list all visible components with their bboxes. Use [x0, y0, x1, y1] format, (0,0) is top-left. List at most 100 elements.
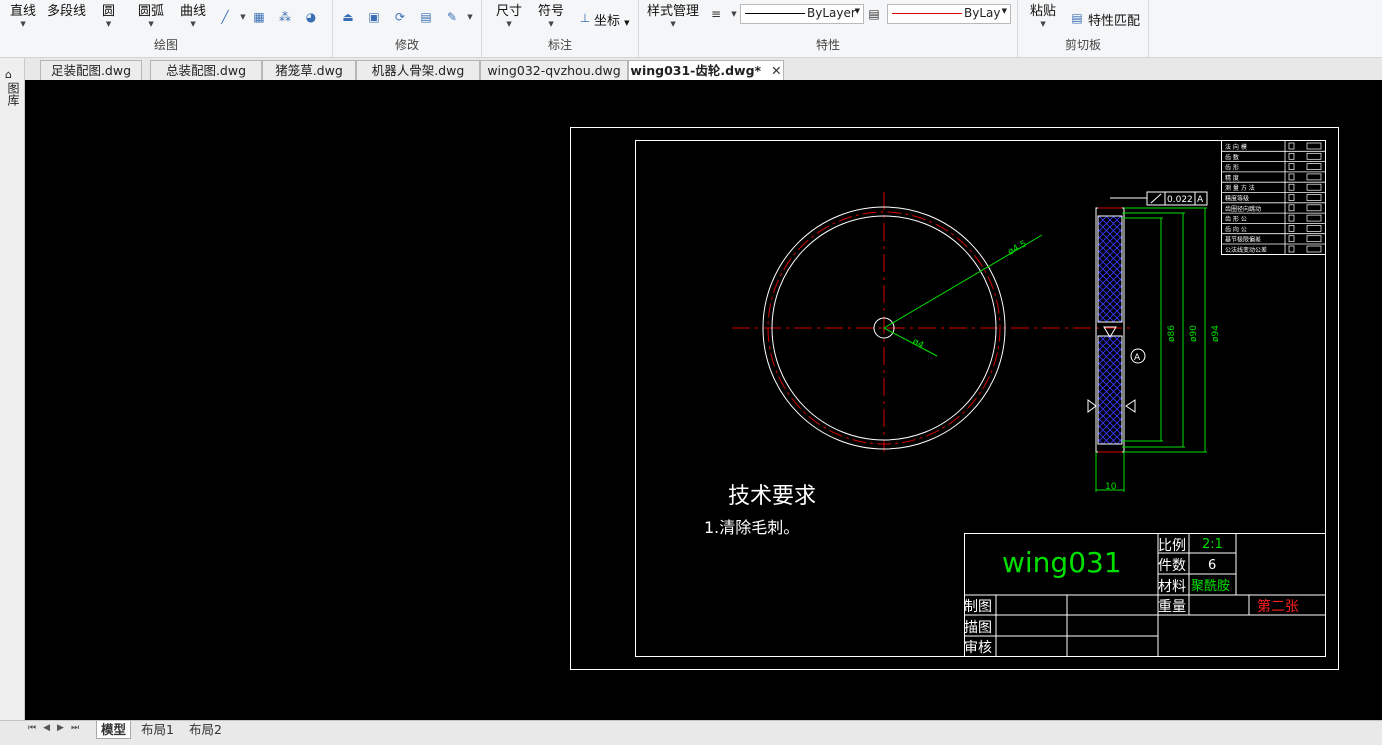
tab-label: 模型 [101, 722, 127, 737]
symbol-button[interactable]: 符号 ▼ [538, 0, 564, 28]
linetype-select[interactable]: ByLayer ▼ [740, 4, 864, 24]
chevron-down-icon: ▼ [506, 20, 512, 28]
tab-doc-2[interactable]: 总装配图.dwg [150, 60, 262, 80]
chevron-down-icon: ▼ [670, 20, 676, 28]
linetype-pattern-icon[interactable]: ▤ [867, 7, 881, 21]
stretch-icon[interactable]: ⏏ [341, 10, 355, 24]
tab-doc-4[interactable]: 机器人骨架.dwg [356, 60, 480, 80]
quantity-value: 6 [1208, 558, 1216, 573]
style-manager-button[interactable]: 样式管理 ▼ [647, 0, 699, 28]
copy-icon[interactable]: ▣ [367, 10, 381, 24]
material-value: 聚酰胺 [1191, 579, 1230, 594]
chevron-down-icon: ▼ [854, 7, 860, 15]
construction-line-icon[interactable]: ╱ [218, 10, 232, 24]
lineweight-icon[interactable]: ≡ [709, 7, 723, 21]
array-icon[interactable]: ▤ [419, 10, 433, 24]
document-tabs: 足装配图.dwg 总装配图.dwg 猪笼草.dwg 机器人骨架.dwg wing… [0, 58, 1382, 81]
coordinate-button[interactable]: 坐标 ▼ [594, 10, 630, 29]
library-icon[interactable]: ⌂ [5, 68, 12, 81]
modify-group: ⏏ ▣ ⟳ ▤ ✎ ▼ 修改 [333, 0, 482, 57]
side-hatch-upper [1097, 215, 1123, 323]
dim-leader1-text: ø4.5 [1007, 239, 1029, 258]
layout-tab-bar: ⏮◀▶⏭ 模型 布局1 布局2 [0, 720, 1382, 745]
line-button[interactable]: 直线 ▼ [10, 0, 36, 28]
chevron-down-icon: ▼ [190, 20, 196, 28]
drawing-svg: ø4.5 ø4 ø86 ø90 ø94 10 0.022 A A 法 向 模齿 … [570, 127, 1339, 670]
drawing-canvas[interactable]: ø4.5 ø4 ø86 ø90 ø94 10 0.022 A A 法 向 模 齿… [25, 80, 1382, 720]
tab-label: wing031-齿轮.dwg* [630, 63, 762, 78]
boundary-icon[interactable]: ◕ [304, 10, 318, 24]
tab-label: 布局2 [189, 722, 222, 737]
style-manager-label: 样式管理 [647, 4, 700, 19]
tolerance-table-row: 公法线变动公差 [1225, 246, 1267, 254]
dropdown-arrow-icon[interactable]: ▼ [236, 10, 250, 24]
properties-group: 样式管理 ▼ ≡ ▼ ByLayer ▼ ▤ ByLay ▼ 特性 [639, 0, 1018, 57]
tolerance-table-row: 测 量 方 法 [1225, 184, 1255, 192]
tolerance-table-row: 精 度 [1225, 174, 1239, 182]
layout-nav-arrows[interactable]: ⏮◀▶⏭ [28, 723, 86, 733]
tab-doc-active[interactable]: wing031-齿轮.dwg* ✕ [628, 60, 784, 81]
dim-d86-text: ø86 [1167, 325, 1177, 342]
tab-layout2[interactable]: 布局2 [189, 721, 222, 738]
coordinate-label: 坐标 [594, 14, 621, 29]
surface-mark-right [1125, 399, 1136, 413]
clipboard-group-label: 剪切板 [1064, 38, 1101, 52]
tolerance-value: 0.022 [1167, 195, 1193, 205]
chevron-down-icon: ▼ [20, 20, 26, 28]
circle-label: 圆 [102, 4, 116, 19]
color-select[interactable]: ByLay ▼ [887, 4, 1011, 24]
gear-side-view: ø86 ø90 ø94 10 0.022 A A [1087, 191, 1221, 492]
close-icon[interactable]: ✕ [771, 63, 781, 78]
checked-label: 审核 [964, 640, 992, 656]
rotate-icon[interactable]: ⟳ [393, 10, 407, 24]
paste-button[interactable]: 粘贴 ▼ [1030, 0, 1056, 28]
circle-button[interactable]: 圆 ▼ [102, 0, 115, 28]
runout-symbol [1150, 193, 1162, 204]
line-label: 直线 [10, 4, 37, 19]
material-label: 材料 [1158, 579, 1186, 595]
color-sample [892, 13, 962, 14]
chevron-down-icon: ▼ [1001, 7, 1007, 15]
curve-button[interactable]: 曲线 ▼ [180, 0, 206, 28]
tolerance-table-row: 齿 向 公 [1225, 225, 1247, 233]
draw-group: 直线 ▼ 多段线 圆 ▼ 圆弧 ▼ 曲线 ▼ ╱ ▼ ▦ ⁂ ◕ 绘图 [0, 0, 333, 57]
tab-model[interactable]: 模型 [96, 721, 132, 739]
coordinate-icon: ⊥ [579, 11, 591, 25]
weight-label: 重量 [1158, 599, 1186, 615]
gear-front-view: ø4.5 ø4 [732, 192, 1135, 452]
properties-group-label: 特性 [815, 38, 840, 52]
tab-doc-3[interactable]: 猪笼草.dwg [262, 60, 356, 80]
tolerance-table-row: 齿 形 公 [1225, 215, 1247, 223]
library-tab[interactable]: 图库 [5, 82, 20, 106]
scale-label: 比例 [1158, 538, 1186, 554]
clipboard-group: 粘贴 ▼ ▤ 特性匹配 剪切板 [1018, 0, 1149, 57]
traced-label: 描图 [964, 620, 992, 636]
polyline-button[interactable]: 多段线 [47, 0, 86, 28]
match-properties-button[interactable]: 特性匹配 [1088, 10, 1140, 29]
chevron-down-icon: ▼ [548, 20, 554, 28]
tolerance-datum: A [1197, 195, 1204, 205]
edit-icon[interactable]: ✎ [445, 10, 459, 24]
tolerance-table-row: 基节极限偏差 [1225, 236, 1261, 244]
draw-group-label: 绘图 [153, 38, 178, 52]
side-hatch-lower [1097, 335, 1123, 445]
chevron-down-icon: ▼ [105, 20, 112, 28]
tab-label: wing032-qvzhou.dwg [487, 63, 621, 78]
arc-button[interactable]: 圆弧 ▼ [138, 0, 164, 28]
tolerance-table-row: 齿圈径向跳动 [1225, 205, 1261, 213]
dimension-label: 尺寸 [496, 4, 523, 19]
tab-layout1[interactable]: 布局1 [141, 721, 174, 738]
hatch-icon[interactable]: ▦ [252, 10, 266, 24]
color-value: ByLay [964, 6, 1001, 20]
tab-doc-5[interactable]: wing032-qvzhou.dwg [480, 60, 628, 80]
curve-label: 曲线 [180, 4, 207, 19]
tab-doc-1[interactable]: 足装配图.dwg [40, 60, 142, 80]
dimension-button[interactable]: 尺寸 ▼ [496, 0, 522, 28]
dropdown-arrow-icon[interactable]: ▼ [727, 7, 741, 21]
tab-label: 机器人骨架.dwg [371, 63, 465, 78]
region-icon[interactable]: ⁂ [278, 10, 292, 24]
tolerance-table-row: 法 向 模 [1225, 143, 1247, 151]
tech-requirements-title: 技术要求 [728, 484, 816, 509]
chevron-down-icon: ▼ [148, 20, 154, 28]
dropdown-arrow-icon[interactable]: ▼ [463, 10, 477, 24]
